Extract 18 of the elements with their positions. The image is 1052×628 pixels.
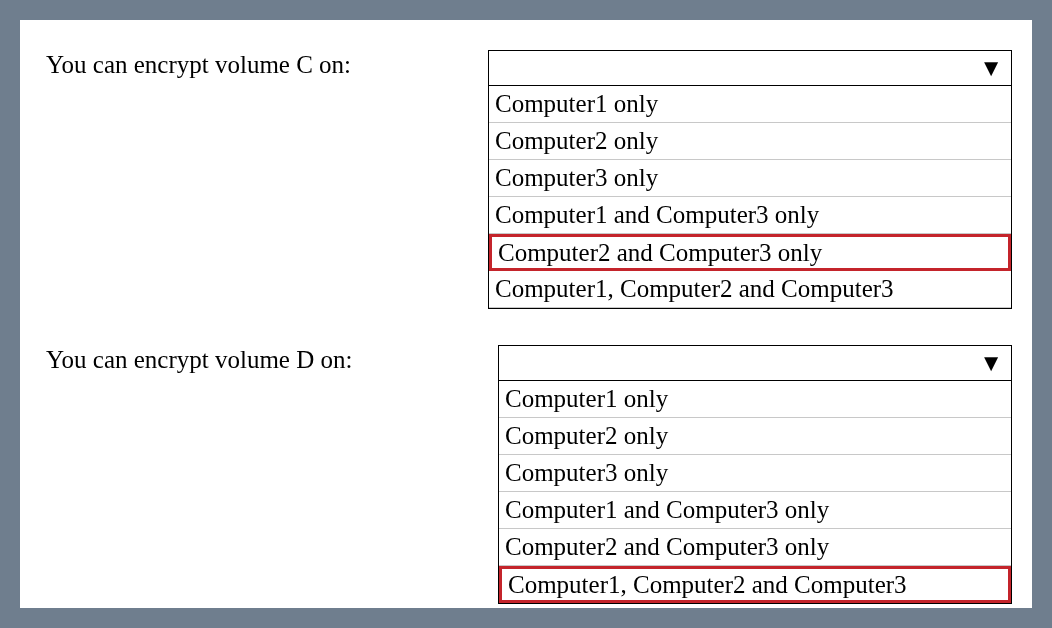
dropdown-field[interactable]: ▼ [488, 50, 1012, 86]
dropdown-field[interactable]: ▼ [498, 345, 1012, 381]
dropdown-arrow: ▼ [979, 56, 1003, 80]
dropdown-option[interactable]: Computer2 only [489, 123, 1011, 160]
dropdown-option[interactable]: Computer1, Computer2 and Computer3 [489, 271, 1011, 308]
dropdown-arrow: ▼ [979, 351, 1003, 375]
dropdown-option[interactable]: Computer1 and Computer3 only [499, 492, 1011, 529]
dropdown-option[interactable]: Computer2 and Computer3 only [499, 529, 1011, 566]
dropdown-option[interactable]: Computer3 only [499, 455, 1011, 492]
dropdown-option[interactable]: Computer3 only [489, 160, 1011, 197]
dropdown-option[interactable]: Computer1, Computer2 and Computer3 [499, 566, 1011, 603]
dropdown-option[interactable]: Computer1 only [499, 381, 1011, 418]
dropdown-option[interactable]: Computer2 only [499, 418, 1011, 455]
question-label: You can encrypt volume D on: [46, 345, 354, 375]
question-label: You can encrypt volume C on: [46, 50, 353, 80]
dropdown-option[interactable]: Computer2 and Computer3 only [489, 234, 1011, 271]
dropdown-option[interactable]: Computer1 only [489, 86, 1011, 123]
dropdown-option[interactable]: Computer1 and Computer3 only [489, 197, 1011, 234]
